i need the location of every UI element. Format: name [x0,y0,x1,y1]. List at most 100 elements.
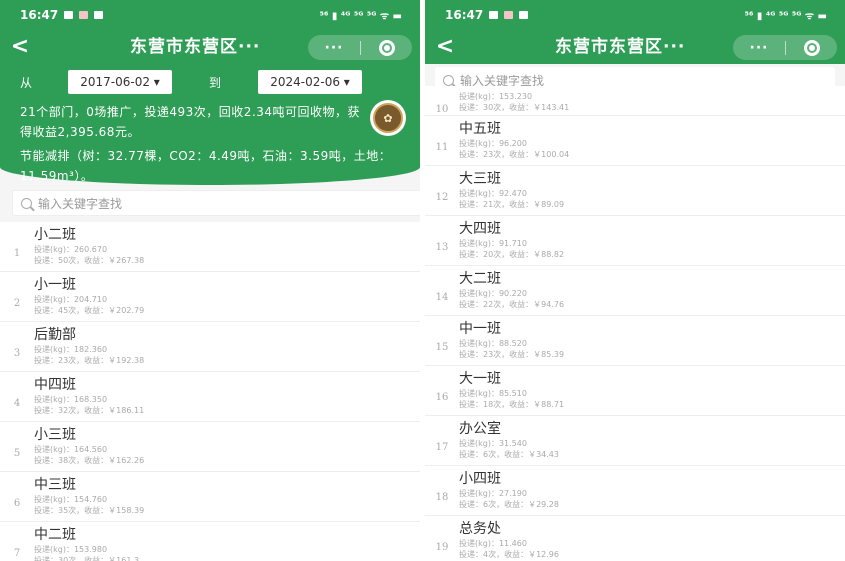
rank-number: 17 [435,442,449,453]
rank-number: 5 [13,448,21,459]
page-title: 东营市东营区··· [555,37,686,57]
search-placeholder: 输入关键字查找 [38,196,123,211]
stats-text: 投递：50次，收益：￥267.38 [34,256,145,265]
list-item[interactable]: 13 大四班 投递(kg)：91.710 投递：20次，收益：￥88.82 [425,216,845,266]
close-button[interactable] [786,39,837,56]
weight-text: 投递(kg)：260.670 [34,245,108,254]
item-meta: 办公室投递(kg)：31.540 投递：6次，收益：￥34.43 [459,421,559,460]
stats-text: 投递：45次，收益：￥202.79 [34,306,145,315]
item-meta: 大四班 投递(kg)：91.710 投递：20次，收益：￥88.82 [459,221,564,260]
department-list-continued: 10 投递(kg)：153.230 投递：30次，收益：￥143.41 11 中五… [425,86,845,561]
list-item[interactable]: 15 中一班 投递(kg)：88.520 投递：23次，收益：￥85.39 [425,316,845,366]
list-item[interactable]: 3 后勤部 投递(kg)：182.360 投递：23次，收益：￥192.38 [0,322,420,372]
gallery-icon [489,11,499,19]
weight-text: 投递(kg)：85.510 [459,389,527,398]
list-item[interactable]: 7 中二班投递(kg)：153.980 投递：30次，收益：￥161.3 [0,522,420,561]
nav-bar: < 东营市东营区··· ··· [0,30,420,64]
list-item[interactable]: 2 小一班 投递(kg)：204.710 投递：45次，收益：￥202.79 [0,272,420,322]
list-item[interactable]: 17 办公室投递(kg)：31.540 投递：6次，收益：￥34.43 [425,416,845,466]
page-title: 东营市东营区··· [130,37,261,57]
stats-text: 投递：6次，收益：￥29.28 [459,500,559,509]
list-item[interactable]: 12 大三班 投递(kg)：92.470 投递：21次，收益：￥89.09 [425,166,845,216]
from-label: 从 [20,75,33,90]
header-panel-right: 16:47 ⁵⁶ ▮ ⁴ᴳ ⁵ᴳ ⁵ᴳ ᯤ ▬ < 东营市东营区··· ··· [425,0,845,64]
status-icons: ⁵⁶ ▮ ⁴ᴳ ⁵ᴳ ⁵ᴳ ᯤ ▬ [744,11,827,22]
list-item[interactable]: 6 中三班投递(kg)：154.760 投递：35次，收益：￥158.39 [0,472,420,522]
department-name: 中三班 [34,477,76,493]
department-name: 中四班 [34,377,76,393]
department-name: 大一班 [459,371,501,387]
list-item[interactable]: 1 小二班 投递(kg)：260.670 投递：50次，收益：￥267.38 [0,222,420,272]
list-item[interactable]: 16 大一班 投递(kg)：85.510 投递：18次，收益：￥88.71 [425,366,845,416]
gallery-icon [64,11,74,19]
list-item[interactable]: 14 大二班 投递(kg)：90.220 投递：22次，收益：￥94.76 [425,266,845,316]
chat-icon [519,11,529,19]
list-item[interactable]: 10 投递(kg)：153.230 投递：30次，收益：￥143.41 [425,86,845,116]
left-phone-screen: 16:47 ⁵⁶ ▮ ⁴ᴳ ⁵ᴳ ⁵ᴳ ᯤ ▬ < 东营市东营区··· ··· … [0,0,420,561]
weight-text: 投递(kg)：153.980 [34,545,108,554]
to-label: 到 [209,75,222,90]
item-meta: 总务处 投递(kg)：11.460 投递：4次，收益：￥12.96 [459,521,559,560]
list-item[interactable]: 18 小四班 投递(kg)：27.190 投递：6次，收益：￥29.28 [425,466,845,516]
department-name: 小二班 [34,227,76,243]
item-meta: 中一班 投递(kg)：88.520 投递：23次，收益：￥85.39 [459,321,564,360]
item-meta: 中三班投递(kg)：154.760 投递：35次，收益：￥158.39 [34,477,144,516]
list-item[interactable]: 11 中五班 投递(kg)：96.200 投递：23次，收益：￥100.04 [425,116,845,166]
item-meta: 投递(kg)：153.230 投递：30次，收益：￥143.41 [459,91,569,113]
weight-text: 投递(kg)：91.710 [459,239,527,248]
stats-text: 投递：23次，收益：￥100.04 [459,150,570,159]
app-notification-icon [504,11,514,19]
stats-text: 投递：20次，收益：￥88.82 [459,250,565,259]
item-meta: 中二班投递(kg)：153.980 投递：30次，收益：￥161.3 [34,527,139,561]
weight-text: 投递(kg)：153.230 [459,92,533,101]
list-item[interactable]: 5 小三班 投递(kg)：164.560 投递：38次，收益：￥162.26 [0,422,420,472]
stats-text: 投递：21次，收益：￥89.09 [459,200,565,209]
floating-logo-button[interactable]: ✿ [370,100,406,136]
status-time: 16:47 [445,8,484,22]
stats-text: 投递：6次，收益：￥34.43 [459,450,559,459]
rank-number: 19 [435,542,449,553]
back-button[interactable]: < [0,30,40,64]
item-meta: 中四班 投递(kg)：168.350 投递：32次，收益：￥186.11 [34,377,144,416]
list-item[interactable]: 4 中四班 投递(kg)：168.350 投递：32次，收益：￥186.11 [0,372,420,422]
stats-text: 投递：30次，收益：￥161.3 [34,556,140,561]
header-panel: 16:47 ⁵⁶ ▮ ⁴ᴳ ⁵ᴳ ⁵ᴳ ᯤ ▬ < 东营市东营区··· ··· … [0,0,420,185]
status-bar-right: 16:47 ⁵⁶ ▮ ⁴ᴳ ⁵ᴳ ⁵ᴳ ᯤ ▬ [425,0,845,30]
more-button[interactable]: ··· [308,40,360,56]
logo-emblem-icon: ✿ [373,103,403,133]
miniprogram-capsule: ··· [733,35,837,60]
search-input[interactable]: 输入关键字查找 [12,190,420,216]
list-item[interactable]: 19 总务处 投递(kg)：11.460 投递：4次，收益：￥12.96 [425,516,845,561]
department-name: 中二班 [34,527,76,543]
start-date-picker[interactable]: 2017-06-02 ▾ [68,70,173,94]
rank-number: 7 [13,548,21,559]
weight-text: 投递(kg)：31.540 [459,439,527,448]
more-button[interactable]: ··· [733,40,785,56]
item-meta: 后勤部 投递(kg)：182.360 投递：23次，收益：￥192.38 [34,327,144,366]
weight-text: 投递(kg)：204.710 [34,295,108,304]
close-circle-icon [803,39,820,56]
app-notification-icon [79,11,89,19]
end-date-picker[interactable]: 2024-02-06 ▾ [258,70,363,94]
stats-text: 投递：38次，收益：￥162.26 [34,456,145,465]
rank-number: 6 [13,498,21,509]
weight-text: 投递(kg)：154.760 [34,495,108,504]
department-name: 中五班 [459,121,501,137]
back-button[interactable]: < [425,30,465,64]
stats-text: 投递：30次，收益：￥143.41 [459,103,570,112]
item-meta: 大三班 投递(kg)：92.470 投递：21次，收益：￥89.09 [459,171,564,210]
search-icon [443,74,454,86]
search-icon [21,197,32,209]
weight-text: 投递(kg)：182.360 [34,345,108,354]
rank-number: 11 [435,142,449,153]
status-left-right: 16:47 [445,8,529,22]
stats-text: 投递：35次，收益：￥158.39 [34,506,145,515]
status-icons: ⁵⁶ ▮ ⁴ᴳ ⁵ᴳ ⁵ᴳ ᯤ ▬ [319,11,402,22]
rank-number: 3 [13,348,21,359]
item-meta: 小三班 投递(kg)：164.560 投递：38次，收益：￥162.26 [34,427,144,466]
weight-text: 投递(kg)：164.560 [34,445,108,454]
chat-icon [94,11,104,19]
department-name: 办公室 [459,421,501,437]
close-button[interactable] [361,39,412,56]
item-meta: 小一班 投递(kg)：204.710 投递：45次，收益：￥202.79 [34,277,144,316]
